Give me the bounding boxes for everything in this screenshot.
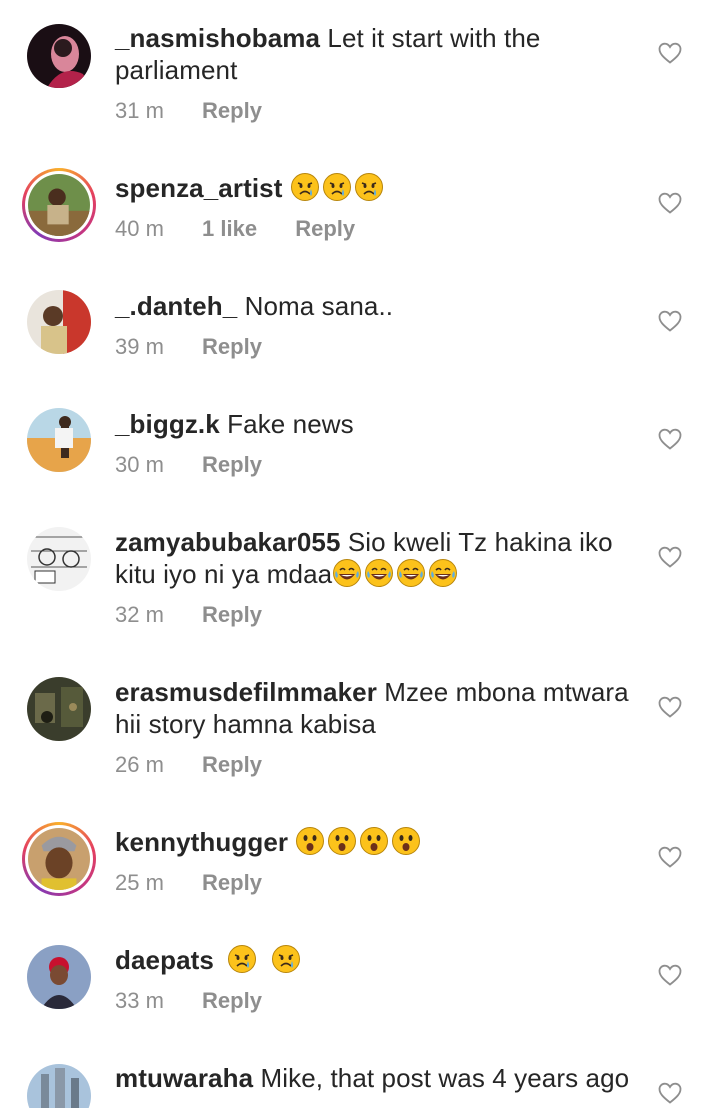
reply-button[interactable]: Reply (202, 97, 262, 125)
comment-text: zamyabubakar055 Sio kweli Tz hakina iko … (115, 526, 640, 590)
comment-time: 40 m (115, 216, 164, 241)
laughing-tears-face-icon (332, 558, 362, 588)
laughing-tears-face-icon (428, 558, 458, 588)
crying-face-icon (227, 944, 257, 974)
comment-time: 39 m (115, 334, 164, 359)
comment-meta: 40 m 1 like Reply (115, 215, 387, 243)
comment-time: 30 m (115, 452, 164, 477)
laughing-tears-face-icon (396, 558, 426, 588)
reply-button[interactable]: Reply (202, 751, 262, 779)
crying-face-icon (271, 944, 301, 974)
astonished-face-icon (295, 826, 325, 856)
comment-meta: 31 m Reply (115, 97, 294, 125)
laughing-tears-face-icon (364, 558, 394, 588)
comment-username[interactable]: kennythugger (115, 827, 288, 857)
comment-username[interactable]: mtuwaraha (115, 1063, 253, 1093)
comment-text: kennythugger (115, 826, 640, 858)
comment-text: spenza_artist (115, 172, 640, 204)
comment-text: daepats (115, 944, 640, 976)
comment-meta: 25 m Reply (115, 869, 294, 897)
comment-time: 32 m (115, 602, 164, 627)
crying-face-icon (354, 172, 384, 202)
like-heart-icon[interactable] (658, 696, 682, 718)
avatar[interactable] (22, 168, 96, 242)
reply-button[interactable]: Reply (202, 333, 262, 361)
avatar[interactable] (27, 527, 91, 591)
comment-username[interactable]: zamyabubakar055 (115, 527, 341, 557)
comment-time: 33 m (115, 988, 164, 1013)
comment-text: erasmusdefilmmaker Mzee mbona mtwara hii… (115, 676, 640, 740)
comment-username[interactable]: daepats (115, 945, 214, 975)
avatar[interactable] (27, 290, 91, 354)
comment-time: 25 m (115, 870, 164, 895)
comment-meta: 32 m Reply (115, 601, 294, 629)
astonished-face-icon (359, 826, 389, 856)
comment-time: 31 m (115, 98, 164, 123)
comment-text: _.danteh_ Noma sana.. (115, 290, 640, 322)
comment-body: Mike, that post was 4 years ago (260, 1063, 630, 1093)
avatar[interactable] (27, 945, 91, 1009)
avatar[interactable] (27, 1064, 91, 1108)
comment-meta: 26 m Reply (115, 751, 294, 779)
like-heart-icon[interactable] (658, 546, 682, 568)
reply-button[interactable]: Reply (202, 987, 262, 1015)
likes-count[interactable]: 1 like (202, 215, 257, 243)
comment-username[interactable]: _.danteh_ (115, 291, 237, 321)
like-heart-icon[interactable] (658, 846, 682, 868)
like-heart-icon[interactable] (658, 1082, 682, 1104)
comment-text: _nasmishobama Let it start with the parl… (115, 22, 640, 86)
reply-button[interactable]: Reply (202, 601, 262, 629)
comment-text: _biggz.k Fake news (115, 408, 640, 440)
comment-username[interactable]: _biggz.k (115, 409, 220, 439)
like-heart-icon[interactable] (658, 42, 682, 64)
comment-time: 26 m (115, 752, 164, 777)
comment-text: mtuwaraha Mike, that post was 4 years ag… (115, 1062, 640, 1094)
avatar[interactable] (22, 822, 96, 896)
like-heart-icon[interactable] (658, 192, 682, 214)
reply-button[interactable]: Reply (295, 215, 355, 243)
comment-meta: 30 m Reply (115, 451, 294, 479)
avatar[interactable] (27, 24, 91, 88)
crying-face-icon (322, 172, 352, 202)
like-heart-icon[interactable] (658, 428, 682, 450)
astonished-face-icon (391, 826, 421, 856)
like-heart-icon[interactable] (658, 964, 682, 986)
comment-meta: 33 m Reply (115, 987, 294, 1015)
reply-button[interactable]: Reply (202, 451, 262, 479)
comment-username[interactable]: spenza_artist (115, 173, 282, 203)
avatar[interactable] (27, 677, 91, 741)
comment-body: Noma sana.. (244, 291, 394, 321)
comment-meta: 39 m Reply (115, 333, 294, 361)
comment-body: Fake news (227, 409, 354, 439)
comment-username[interactable]: erasmusdefilmmaker (115, 677, 377, 707)
comment-username[interactable]: _nasmishobama (115, 23, 320, 53)
crying-face-icon (290, 172, 320, 202)
avatar[interactable] (27, 408, 91, 472)
reply-button[interactable]: Reply (202, 869, 262, 897)
astonished-face-icon (327, 826, 357, 856)
like-heart-icon[interactable] (658, 310, 682, 332)
